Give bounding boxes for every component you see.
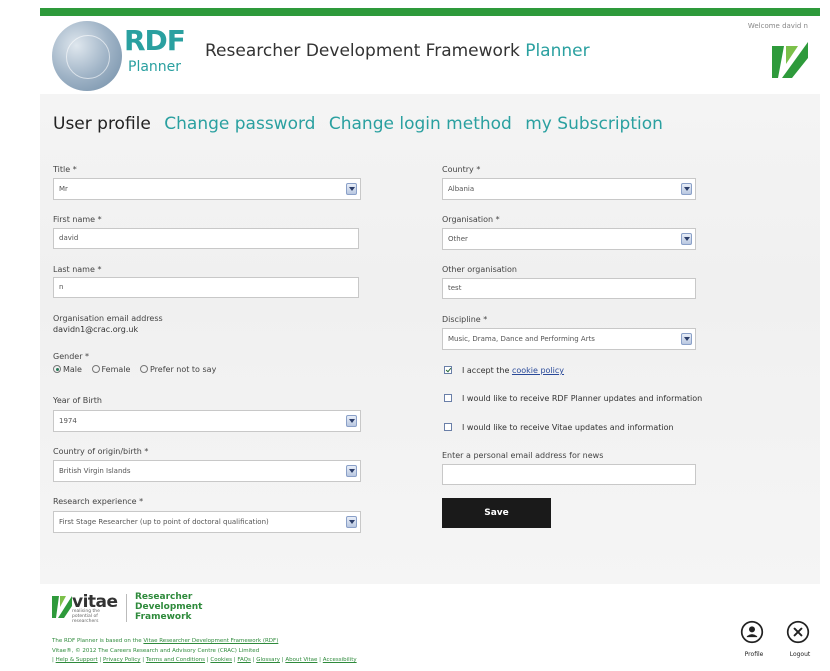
- footer-link-about[interactable]: About Vitae: [285, 657, 317, 663]
- personal-email-label: Enter a personal email address for news: [442, 451, 604, 460]
- org-email-label: Organisation email address: [53, 314, 163, 323]
- vitae-updates-checkbox[interactable]: [444, 423, 452, 431]
- header: RDF Planner Researcher Development Frame…: [40, 16, 820, 94]
- footer-link-accessibility[interactable]: Accessibility: [323, 657, 357, 663]
- rdf-framework-text: Researcher Development Framework: [135, 592, 203, 622]
- research-experience-select[interactable]: First Stage Researcher (up to point of d…: [53, 511, 361, 533]
- gender-option-male[interactable]: Male: [53, 365, 82, 374]
- rdf-globe-logo: [52, 21, 122, 91]
- footer-copyright: Vitae®, © 2012 The Careers Research and …: [52, 648, 260, 654]
- tab-change-login-method[interactable]: Change login method: [329, 114, 512, 134]
- chevron-down-icon[interactable]: [681, 183, 692, 195]
- year-of-birth-label: Year of Birth: [53, 396, 102, 405]
- discipline-value: Music, Drama, Dance and Performing Arts: [448, 335, 595, 343]
- chevron-down-icon[interactable]: [681, 233, 692, 245]
- profile-icon[interactable]: [740, 620, 764, 644]
- organisation-value: Other: [448, 235, 468, 243]
- cookie-prefix: I accept the: [462, 366, 510, 375]
- tab-change-password[interactable]: Change password: [164, 114, 315, 134]
- gender-option-female[interactable]: Female: [91, 365, 130, 374]
- other-org-label: Other organisation: [442, 265, 517, 274]
- radio-icon[interactable]: [139, 365, 148, 373]
- logo-rdf-text: RDF: [124, 24, 186, 57]
- footer-divider: [126, 594, 127, 622]
- footer-link-privacy[interactable]: Privacy Policy: [103, 657, 140, 663]
- other-org-input[interactable]: test: [442, 278, 696, 299]
- first-name-label: First name *: [53, 215, 102, 224]
- app-title: Researcher Development Framework Planner: [205, 41, 590, 61]
- footer-links: | Help & Support | Privacy Policy | Term…: [52, 657, 357, 663]
- profile-label[interactable]: Profile: [734, 651, 774, 658]
- logout-label[interactable]: Logout: [780, 651, 820, 658]
- cookie-policy-link[interactable]: cookie policy: [512, 366, 564, 375]
- title-select[interactable]: Mr: [53, 178, 361, 200]
- radio-icon[interactable]: [91, 365, 100, 373]
- rdf-updates-checkbox[interactable]: [444, 394, 452, 402]
- research-experience-value: First Stage Researcher (up to point of d…: [59, 518, 269, 526]
- tab-my-subscription[interactable]: my Subscription: [525, 114, 663, 134]
- profile-tabs: User profile Change password Change logi…: [53, 114, 671, 134]
- chevron-down-icon[interactable]: [346, 415, 357, 427]
- top-accent-bar: [40, 8, 820, 16]
- country-origin-value: British Virgin Islands: [59, 467, 131, 475]
- welcome-text: Welcome david n: [747, 22, 808, 30]
- footer: vitae realising the potential of researc…: [40, 584, 820, 671]
- organisation-label: Organisation *: [442, 215, 500, 224]
- country-origin-select[interactable]: British Virgin Islands: [53, 460, 361, 482]
- chevron-down-icon[interactable]: [346, 465, 357, 477]
- logout-icon[interactable]: [786, 620, 810, 644]
- country-label: Country *: [442, 165, 481, 174]
- app-title-main: Researcher Development Framework: [205, 41, 520, 61]
- rdf-updates-row: I would like to receive RDF Planner upda…: [444, 394, 702, 403]
- org-email-value: davidn1@crac.org.uk: [53, 325, 139, 334]
- personal-email-input[interactable]: [442, 464, 696, 485]
- discipline-label: Discipline *: [442, 315, 488, 324]
- title-label: Title *: [53, 165, 77, 174]
- rdf-updates-label: I would like to receive RDF Planner upda…: [462, 394, 703, 403]
- first-name-input[interactable]: david: [53, 228, 359, 249]
- footer-rdf-link[interactable]: Vitae Researcher Development Framework (…: [143, 638, 278, 644]
- year-of-birth-value: 1974: [59, 417, 77, 425]
- vitae-mark-icon: [768, 38, 812, 82]
- vitae-updates-row: I would like to receive Vitae updates an…: [444, 423, 674, 432]
- chevron-down-icon[interactable]: [346, 516, 357, 528]
- footer-link-glossary[interactable]: Glossary: [256, 657, 280, 663]
- save-button[interactable]: Save: [442, 498, 551, 528]
- last-name-input[interactable]: n: [53, 277, 359, 298]
- profile-panel: User profile Change password Change logi…: [40, 94, 820, 584]
- vitae-updates-label: I would like to receive Vitae updates an…: [462, 423, 674, 432]
- vitae-tagline: realising the potential of researchers: [72, 609, 100, 624]
- chevron-down-icon[interactable]: [346, 183, 357, 195]
- footer-rdf-line: The RDF Planner is based on the Vitae Re…: [52, 638, 279, 644]
- title-value: Mr: [59, 185, 68, 193]
- country-origin-label: Country of origin/birth *: [53, 447, 149, 456]
- radio-checked-icon[interactable]: [53, 365, 61, 373]
- cookie-checkbox[interactable]: [444, 366, 452, 374]
- country-value: Albania: [448, 185, 475, 193]
- chevron-down-icon[interactable]: [681, 333, 692, 345]
- last-name-label: Last name *: [53, 265, 102, 274]
- footer-link-terms[interactable]: Terms and Conditions: [146, 657, 205, 663]
- vitae-logo-icon: [52, 596, 72, 618]
- research-experience-label: Research experience *: [53, 497, 144, 506]
- cookie-consent-row: I accept the cookie policy: [444, 366, 564, 375]
- footer-link-help[interactable]: Help & Support: [56, 657, 98, 663]
- footer-link-faqs[interactable]: FAQs: [237, 657, 251, 663]
- app-title-accent: Planner: [525, 41, 590, 61]
- discipline-select[interactable]: Music, Drama, Dance and Performing Arts: [442, 328, 696, 350]
- gender-option-prefer-not[interactable]: Prefer not to say: [139, 365, 216, 374]
- page: RDF Planner Researcher Development Frame…: [0, 0, 830, 671]
- gender-radio-group: Male Female Prefer not to say: [53, 365, 223, 374]
- country-select[interactable]: Albania: [442, 178, 696, 200]
- gender-label: Gender *: [53, 352, 90, 361]
- year-of-birth-select[interactable]: 1974: [53, 410, 361, 432]
- tab-user-profile[interactable]: User profile: [53, 114, 151, 134]
- footer-link-cookies[interactable]: Cookies: [210, 657, 232, 663]
- logo-planner-text: Planner: [128, 59, 182, 75]
- organisation-select[interactable]: Other: [442, 228, 696, 250]
